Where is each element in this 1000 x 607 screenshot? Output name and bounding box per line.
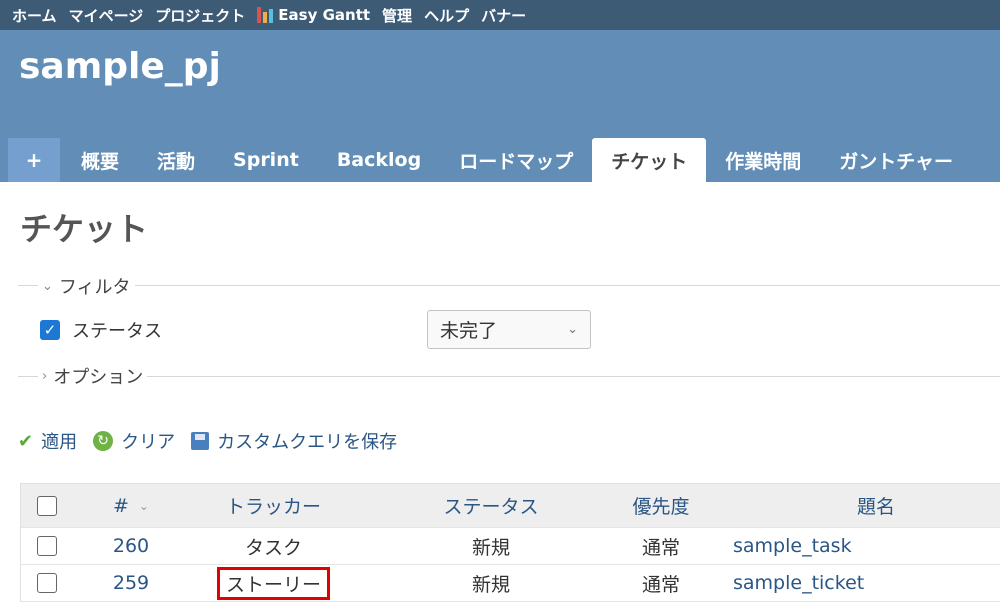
row-checkbox[interactable] — [37, 536, 57, 556]
menu-my-page[interactable]: マイページ — [69, 5, 144, 26]
column-header-priority[interactable]: 優先度 — [601, 484, 721, 527]
issue-subject-link[interactable]: sample_task — [733, 528, 852, 564]
tab-sprint[interactable]: Sprint — [214, 138, 318, 182]
easy-gantt-icon — [257, 7, 274, 23]
column-header-status[interactable]: ステータス — [421, 484, 561, 527]
column-header-tracker[interactable]: トラッカー — [201, 484, 346, 527]
issue-priority: 通常 — [641, 536, 680, 559]
tab-time-entries[interactable]: 作業時間 — [706, 138, 820, 182]
row-checkbox-cell — [37, 528, 57, 564]
checkmark-icon: ✔ — [18, 430, 34, 452]
row-checkbox[interactable] — [37, 573, 57, 593]
menu-admin[interactable]: 管理 — [382, 5, 412, 26]
filter-legend-label: フィルタ — [58, 277, 131, 298]
save-icon — [191, 432, 210, 450]
menu-home[interactable]: ホーム — [12, 5, 57, 26]
status-filter-value: 未完了 — [440, 320, 498, 342]
filter-row-status: ✓ ステータス — [40, 317, 162, 343]
menu-help[interactable]: ヘルプ — [424, 5, 469, 26]
column-header-id[interactable]: # ⌄ — [91, 484, 171, 527]
issue-status: 新規 — [471, 536, 510, 559]
issue-id-link[interactable]: 260 — [91, 528, 171, 564]
top-menu: ホーム マイページ プロジェクト Easy Gantt 管理 ヘルプ バナー — [0, 0, 1000, 30]
issue-status: 新規 — [471, 573, 510, 596]
clear-button[interactable]: ↻ クリア — [93, 428, 175, 454]
issue-id: 260 — [112, 535, 150, 557]
options-toggle[interactable]: › オプション — [38, 363, 148, 389]
apply-label: 適用 — [41, 432, 78, 453]
project-title: sample_pj — [19, 46, 221, 87]
chevron-right-icon: › — [42, 368, 48, 384]
menu-projects[interactable]: プロジェクト — [155, 5, 245, 26]
issue-tracker: タスク — [244, 536, 302, 559]
tab-issues[interactable]: チケット — [592, 138, 707, 182]
options-legend-label: オプション — [53, 367, 144, 388]
table-header-row: # ⌄ トラッカー ステータス 優先度 題名 — [21, 484, 1000, 528]
project-header: sample_pj + 概要 活動 Sprint Backlog ロードマップ … — [0, 30, 1000, 182]
issue-tracker-cell: ストーリー — [201, 565, 346, 601]
filter-toggle[interactable]: ⌄ フィルタ — [38, 273, 135, 299]
tab-gantt[interactable]: ガントチャー — [820, 138, 972, 182]
chevron-down-icon: ⌄ — [42, 278, 53, 294]
tab-overview[interactable]: 概要 — [62, 138, 138, 182]
column-header-subject[interactable]: 題名 — [811, 484, 941, 527]
issue-subject-link[interactable]: sample_ticket — [733, 565, 864, 601]
issue-id-link[interactable]: 259 — [91, 565, 171, 601]
issue-id: 259 — [112, 572, 150, 594]
issue-priority: 通常 — [641, 573, 680, 596]
select-all-cell — [37, 484, 57, 527]
tab-activity[interactable]: 活動 — [138, 138, 214, 182]
select-all-checkbox[interactable] — [37, 495, 57, 516]
issues-table: # ⌄ トラッカー ステータス 優先度 題名 260 タスク 新規 通常 sam… — [20, 483, 1000, 602]
highlighted-tracker: ストーリー — [216, 566, 330, 600]
filter-fieldset-border — [18, 285, 1000, 286]
page-title: チケット — [20, 210, 149, 248]
status-filter-label: ステータス — [72, 321, 162, 342]
table-row: 259 ストーリー 新規 通常 sample_ticket — [21, 565, 1000, 602]
query-buttons: ✔ 適用 ↻ クリア カスタムクエリを保存 — [18, 428, 413, 454]
status-filter-checkbox[interactable]: ✓ — [40, 320, 60, 340]
status-filter-select[interactable]: 未完了 ⌄ — [427, 310, 591, 349]
row-checkbox-cell — [37, 565, 57, 601]
sort-chevron-icon: ⌄ — [138, 498, 149, 513]
save-query-label: カスタムクエリを保存 — [217, 432, 398, 453]
column-header-id-label: # — [113, 494, 129, 517]
table-row: 260 タスク 新規 通常 sample_task — [21, 528, 1000, 565]
project-tabs: + 概要 活動 Sprint Backlog ロードマップ チケット 作業時間 … — [8, 138, 972, 182]
tab-backlog[interactable]: Backlog — [318, 138, 440, 182]
options-fieldset-border — [18, 376, 1000, 377]
clear-label: クリア — [121, 432, 176, 453]
tab-roadmap[interactable]: ロードマップ — [440, 138, 592, 182]
save-query-button[interactable]: カスタムクエリを保存 — [191, 428, 397, 454]
menu-easy-gantt-label: Easy Gantt — [278, 6, 371, 24]
reload-icon: ↻ — [93, 431, 114, 451]
apply-button[interactable]: ✔ 適用 — [18, 428, 77, 454]
chevron-down-icon: ⌄ — [567, 322, 578, 337]
menu-banner[interactable]: バナー — [481, 5, 526, 26]
tab-new[interactable]: + — [8, 138, 60, 182]
menu-easy-gantt[interactable]: Easy Gantt — [257, 6, 370, 24]
